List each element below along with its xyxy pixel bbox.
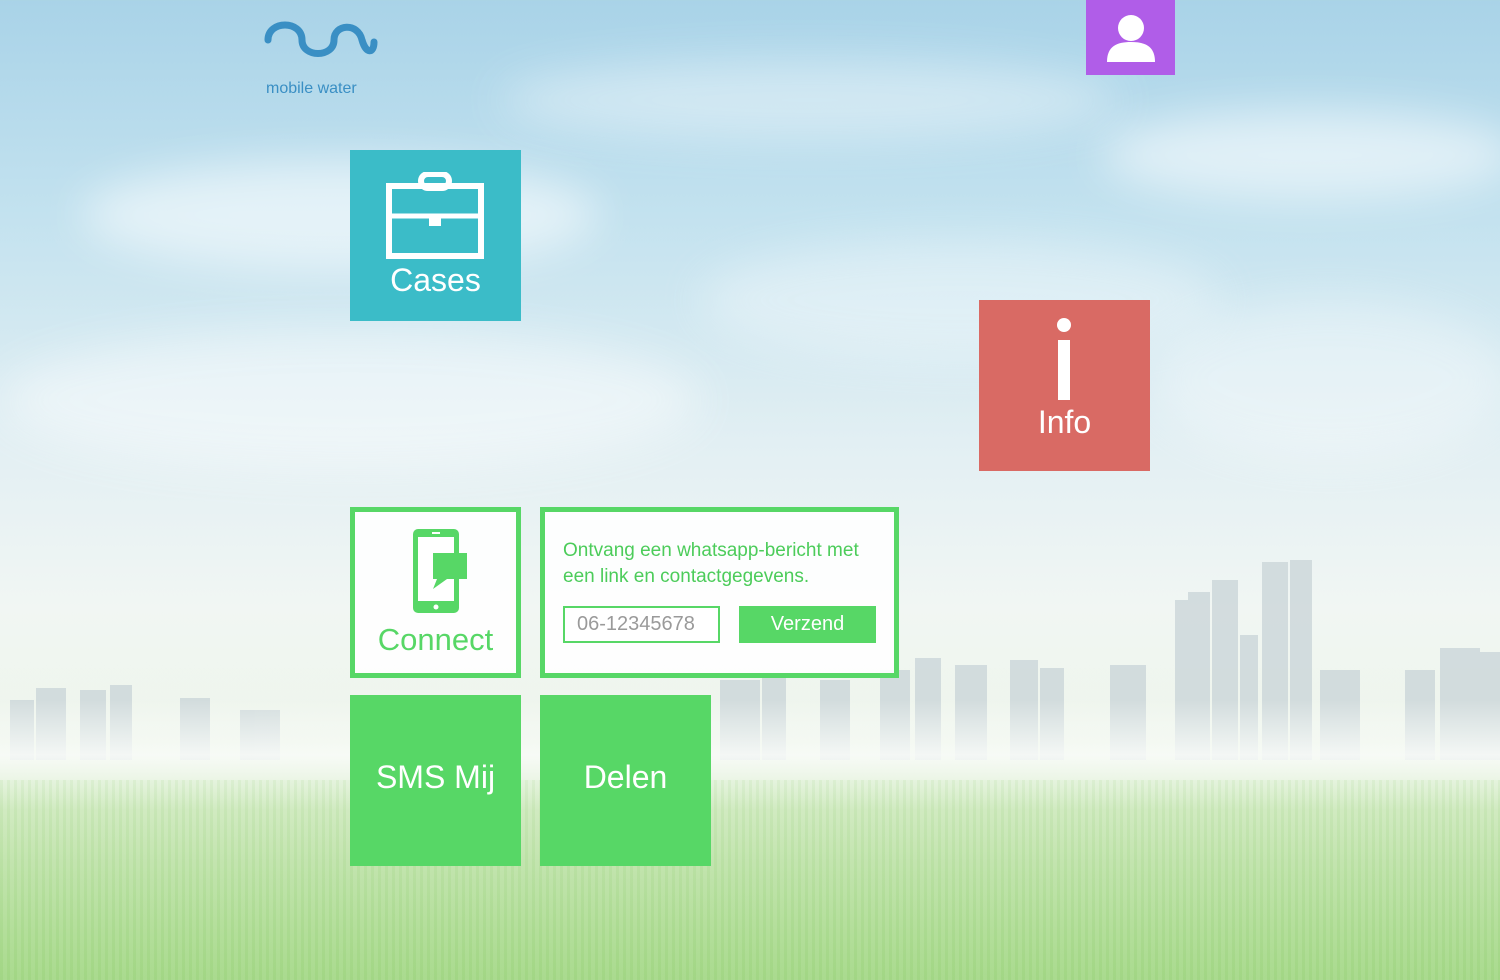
- whatsapp-message-text: Ontvang een whatsapp-bericht met een lin…: [563, 540, 859, 587]
- share-label: Delen: [583, 759, 668, 795]
- share-tile[interactable]: Delen: [540, 695, 711, 866]
- info-label: Info: [1037, 404, 1092, 440]
- info-tile[interactable]: Info: [979, 300, 1150, 471]
- cloud: [500, 60, 1120, 140]
- briefcase-icon: [386, 172, 484, 259]
- wave-logo-icon: [264, 21, 378, 57]
- cloud: [0, 330, 700, 470]
- connect-panel: Ontvang een whatsapp-bericht met een lin…: [540, 507, 899, 678]
- cloud: [1150, 300, 1500, 460]
- connect-tile[interactable]: Connect: [350, 507, 521, 678]
- phone-number-input[interactable]: [563, 606, 720, 643]
- cloud: [80, 160, 600, 270]
- send-button[interactable]: Verzend: [739, 606, 876, 643]
- brand-logo[interactable]: mobile water: [262, 14, 382, 97]
- connect-label: Connect: [377, 622, 494, 657]
- user-icon: [1106, 14, 1155, 62]
- phone-chat-icon: [413, 529, 467, 613]
- brand-name: mobile water: [266, 80, 357, 97]
- sms-label: SMS Mij: [375, 759, 496, 795]
- info-icon: [1057, 318, 1071, 400]
- user-profile-button[interactable]: [1086, 0, 1175, 75]
- cases-tile[interactable]: Cases: [350, 150, 521, 321]
- sms-tile[interactable]: SMS Mij: [350, 695, 521, 866]
- grass-field: [0, 780, 1500, 980]
- cases-label: Cases: [390, 262, 481, 298]
- cloud: [1100, 110, 1500, 200]
